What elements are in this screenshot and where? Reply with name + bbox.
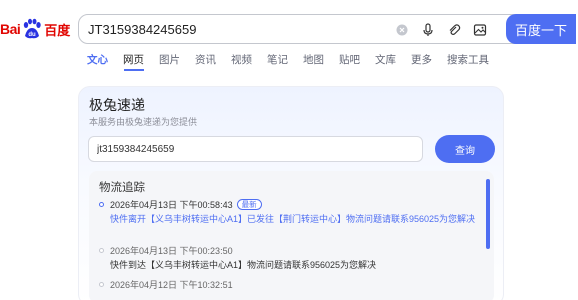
tab-notes[interactable]: 笔记	[267, 51, 288, 69]
timeline-dot	[99, 248, 104, 253]
tab-tieba[interactable]: 贴吧	[339, 51, 360, 69]
entry-description: 快件到达【义乌丰树转运中心A1】物流问题请联系956025为您解决	[110, 260, 377, 270]
logistics-title: 物流追踪	[99, 182, 145, 194]
timeline-dot	[99, 202, 104, 207]
tab-web[interactable]: 网页	[123, 51, 144, 69]
entry-time: 2026年04月13日 下午00:58:43	[110, 200, 233, 210]
logo-text-du: du	[29, 32, 37, 38]
timeline-dot	[99, 282, 104, 287]
clear-icon[interactable]	[394, 22, 410, 38]
tab-video[interactable]: 视频	[231, 51, 252, 69]
latest-badge: 最新	[236, 199, 262, 210]
search-input[interactable]	[79, 15, 399, 43]
query-button[interactable]: 查询	[435, 135, 495, 163]
entry-time: 2026年04月13日 下午00:23:50	[110, 246, 233, 256]
entry-time: 2026年04月12日 下午10:32:51	[110, 280, 233, 290]
tab-more[interactable]: 更多	[411, 51, 432, 69]
tab-wenku[interactable]: 文库	[375, 51, 396, 69]
attachment-icon[interactable]	[446, 22, 462, 38]
active-tab-indicator	[124, 69, 144, 71]
baidu-logo[interactable]: Bai du 百度	[0, 14, 72, 44]
logo-text-baidu-cn: 百度	[44, 22, 71, 38]
microphone-icon[interactable]	[420, 22, 436, 38]
tab-news[interactable]: 资讯	[195, 51, 216, 69]
tab-map[interactable]: 地图	[303, 51, 324, 69]
search-box: 百度一下	[78, 14, 576, 45]
tab-images[interactable]: 图片	[159, 51, 180, 69]
tab-search-tools[interactable]: 搜索工具	[447, 51, 489, 69]
tab-wenxin[interactable]: 文心	[87, 51, 108, 69]
search-tools	[394, 15, 488, 45]
paw-icon: du	[21, 18, 43, 40]
express-card: 极兔速递 本服务由极兔速递为您提供 查询 物流追踪 2026年04月13日 下午…	[78, 86, 504, 300]
logo-text-bai: Bai	[0, 21, 21, 37]
card-title: 极兔速递	[89, 97, 145, 113]
page: Bai du 百度 JT3159384245659 百度一下 文心 网页 图片 …	[0, 0, 578, 300]
card-subtitle: 本服务由极兔速递为您提供	[89, 117, 198, 127]
logistics-panel[interactable]: 物流追踪 2026年04月13日 下午00:58:43 最新 快件离开【义乌丰树转…	[89, 171, 494, 300]
image-search-icon[interactable]	[472, 22, 488, 38]
search-button[interactable]: 百度一下	[506, 14, 576, 44]
search-tabs: 文心 网页 图片 资讯 视频 笔记 地图 贴吧 文库 更多 搜索工具	[87, 51, 504, 69]
entry-description: 快件离开【义乌丰树转运中心A1】已发往【荆门转运中心】物流问题请联系956025…	[110, 214, 476, 224]
tracking-number-input[interactable]	[88, 136, 423, 162]
